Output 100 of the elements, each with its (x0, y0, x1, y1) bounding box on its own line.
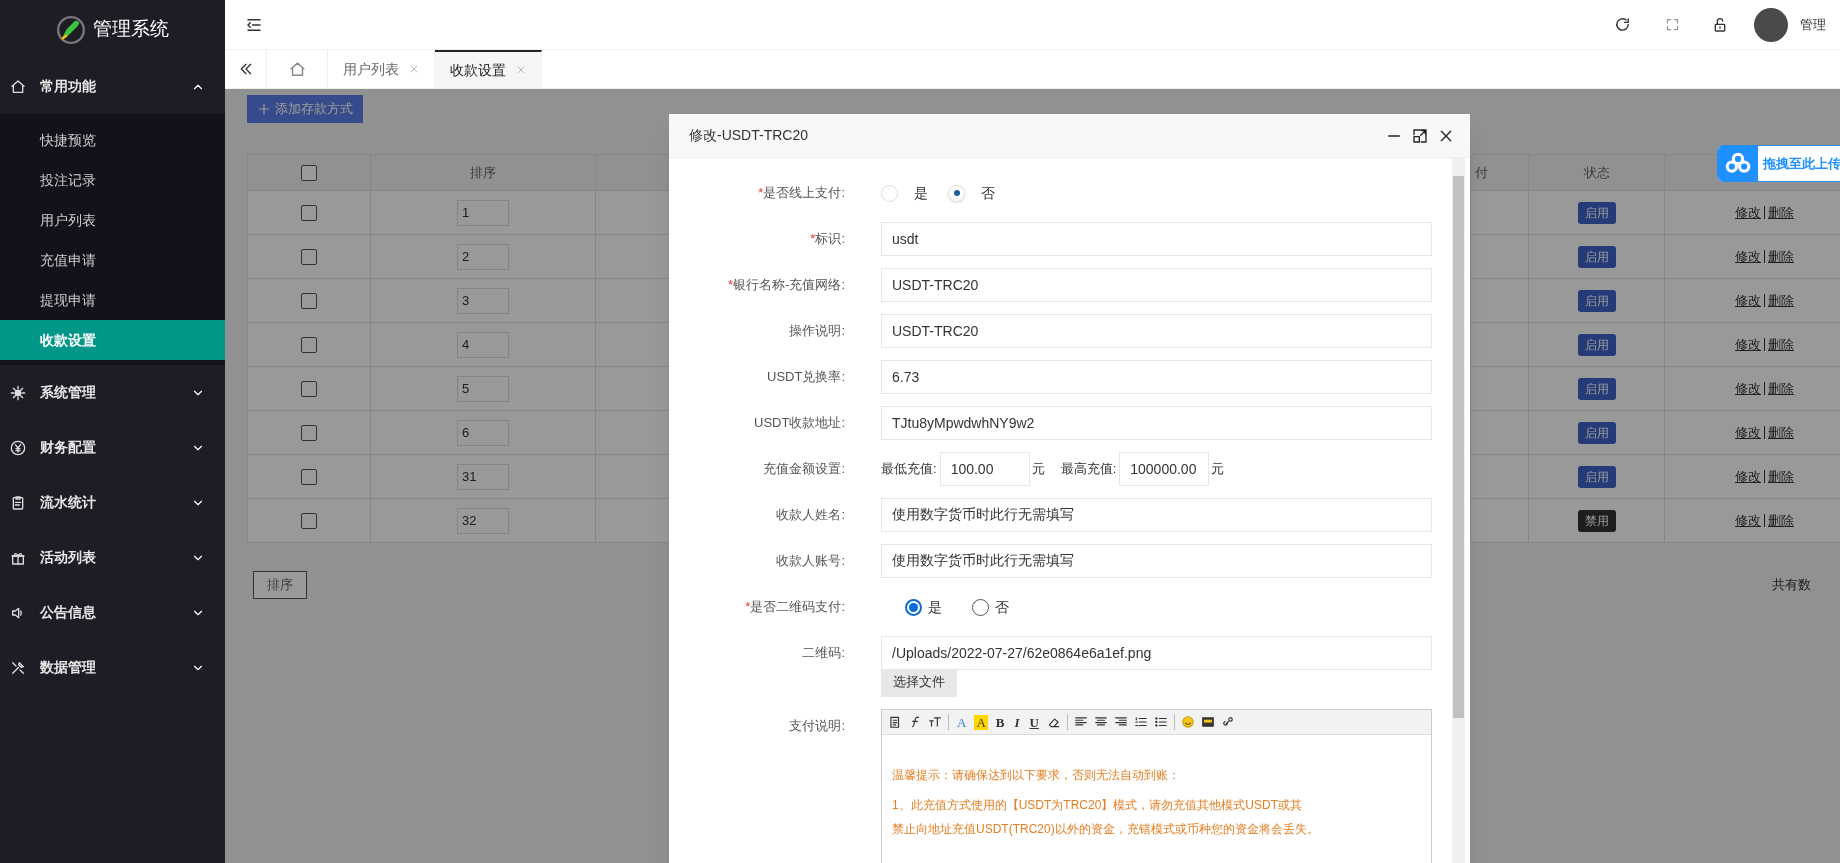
input-field[interactable]: USDT-TRC20 (881, 268, 1432, 302)
bullet-list-icon[interactable] (1153, 715, 1168, 729)
home-icon[interactable] (288, 60, 306, 78)
action-link[interactable]: 删除 (1768, 466, 1794, 487)
radio-option[interactable]: 是 (905, 596, 942, 618)
sidebar-item[interactable]: 充值申请 (0, 240, 225, 280)
tab[interactable]: 收款设置 (435, 50, 542, 88)
font-size-icon[interactable] (928, 715, 942, 729)
plus-icon (257, 102, 271, 116)
scrollbar[interactable] (1452, 158, 1465, 863)
refresh-icon[interactable] (1614, 16, 1631, 33)
action-link[interactable]: 删除 (1768, 422, 1794, 443)
sort-input[interactable]: 5 (457, 375, 509, 402)
field-label: *银行名称-充值网络: (727, 276, 845, 294)
align-right-icon[interactable] (1113, 715, 1128, 729)
input-field[interactable]: /Uploads/2022-07-27/62e0864e6a1ef.png (881, 636, 1432, 670)
input-field[interactable]: 100000.00 (1119, 452, 1210, 486)
font-color-button[interactable]: A (955, 714, 969, 730)
image-icon[interactable] (1200, 715, 1215, 729)
sort-button[interactable]: 排序 (253, 571, 307, 599)
editor-text: 禁止向地址充值USDT(TRC20)以外的资金，充错模式或币种您的资金将会丢失。 (892, 821, 1320, 838)
input-field[interactable]: 使用数字货币时此行无需填写 (881, 498, 1432, 532)
input-field[interactable]: USDT-TRC20 (881, 314, 1432, 348)
paste-icon[interactable] (888, 715, 902, 729)
action-link[interactable]: 修改 (1735, 334, 1761, 355)
sort-input[interactable]: 2 (457, 243, 509, 270)
checkbox[interactable] (301, 204, 317, 221)
checkbox[interactable] (301, 336, 317, 353)
action-link[interactable]: 删除 (1768, 246, 1794, 267)
align-left-icon[interactable] (1073, 715, 1088, 729)
checkbox[interactable] (301, 468, 317, 485)
clipboard-icon (10, 494, 26, 511)
input-field[interactable]: TJtu8yMpwdwhNY9w2 (881, 406, 1432, 440)
action-link[interactable]: 修改 (1735, 466, 1761, 487)
action-link[interactable]: 修改 (1735, 422, 1761, 443)
maximize-icon[interactable] (1412, 127, 1428, 144)
checkbox[interactable] (301, 248, 317, 265)
sidebar-item[interactable]: 收款设置 (0, 320, 225, 360)
underline-button[interactable]: U (1027, 714, 1041, 730)
sidebar-item[interactable]: 快捷预览 (0, 120, 225, 160)
status-badge: 启用 (1577, 377, 1616, 400)
sidebar-menu-header[interactable]: 公告信息 (0, 585, 225, 640)
sidebar-menu-header[interactable]: 流水统计 (0, 475, 225, 530)
action-link[interactable]: 删除 (1768, 510, 1794, 531)
eraser-icon[interactable] (1046, 715, 1061, 729)
align-center-icon[interactable] (1093, 715, 1108, 729)
sidebar-menu-header[interactable]: 财务配置 (0, 420, 225, 475)
sidebar-item[interactable]: 提现申请 (0, 280, 225, 320)
smiley-icon[interactable] (1180, 715, 1195, 729)
checkbox[interactable] (301, 424, 317, 441)
rocket-logo-icon (56, 15, 85, 44)
status-badge: 启用 (1577, 245, 1616, 268)
sort-input[interactable]: 32 (457, 507, 509, 534)
sort-input[interactable]: 1 (457, 199, 509, 226)
sort-input[interactable]: 31 (457, 463, 509, 490)
action-link[interactable]: 删除 (1768, 202, 1794, 223)
highlight-button[interactable]: A (974, 714, 988, 730)
sidebar-item[interactable]: 投注记录 (0, 160, 225, 200)
radio-option[interactable]: 否 (972, 596, 1009, 618)
user-name[interactable]: 管理 (1800, 14, 1826, 35)
action-link[interactable]: 删除 (1768, 334, 1794, 355)
checkbox[interactable] (301, 380, 317, 397)
avatar[interactable] (1754, 7, 1788, 42)
action-link[interactable]: 删除 (1768, 290, 1794, 311)
sidebar-menu-header[interactable]: 数据管理 (0, 640, 225, 695)
action-link[interactable]: 修改 (1735, 246, 1761, 267)
input-field[interactable]: 6.73 (881, 360, 1432, 394)
input-field[interactable]: 使用数字货币时此行无需填写 (881, 544, 1432, 578)
rich-text-editor[interactable]: A A B I U 温馨提示：请确保达到以下要求，否则无法自动到账： 1、此充值方式使用的【USDT为TRC20】模式，请勿充值其他模式USDT或其 禁止向地址充值USDT(TRC20)以外的资金，充错模式或币种您的资金将会丢失。 (881, 709, 1432, 863)
fullscreen-icon[interactable] (1665, 17, 1680, 32)
gear-icon (10, 384, 26, 401)
sort-input[interactable]: 4 (457, 331, 509, 358)
sidebar-item[interactable]: 用户列表 (0, 200, 225, 240)
checkbox[interactable] (301, 164, 317, 181)
field-label: USDT兑换率: (766, 368, 845, 386)
action-link[interactable]: 删除 (1768, 378, 1794, 399)
bold-button[interactable]: B (993, 714, 1007, 730)
radio-option[interactable]: 是 (881, 182, 928, 204)
input-field[interactable]: 100.00 (939, 452, 1030, 486)
action-link[interactable]: 修改 (1735, 202, 1761, 223)
link-icon[interactable] (1220, 715, 1235, 729)
sort-input[interactable]: 6 (457, 419, 509, 446)
checkbox[interactable] (301, 292, 317, 309)
editor-text: 1、此充值方式使用的【USDT为TRC20】模式，请勿充值其他模式USDT或其 (892, 797, 1303, 814)
italic-button[interactable]: I (1012, 714, 1022, 730)
field-label: 二维码: (801, 644, 845, 662)
action-link[interactable]: 修改 (1735, 378, 1761, 399)
action-link[interactable]: 修改 (1735, 510, 1761, 531)
sidebar-menu-header[interactable]: 活动列表 (0, 530, 225, 585)
radio-option[interactable]: 否 (948, 182, 995, 204)
sidebar-menu-header[interactable]: 系统管理 (0, 365, 225, 420)
input-field[interactable]: usdt (881, 222, 1432, 256)
lock-icon[interactable] (1712, 16, 1728, 33)
checkbox[interactable] (301, 512, 317, 529)
action-link[interactable]: 修改 (1735, 290, 1761, 311)
sort-input[interactable]: 3 (457, 287, 509, 314)
ordered-list-icon[interactable] (1133, 715, 1148, 729)
record-count-text: 共有数 (1772, 576, 1811, 595)
sidebar-menu-header[interactable]: 常用功能 (0, 59, 225, 114)
status-badge: 启用 (1577, 465, 1616, 488)
